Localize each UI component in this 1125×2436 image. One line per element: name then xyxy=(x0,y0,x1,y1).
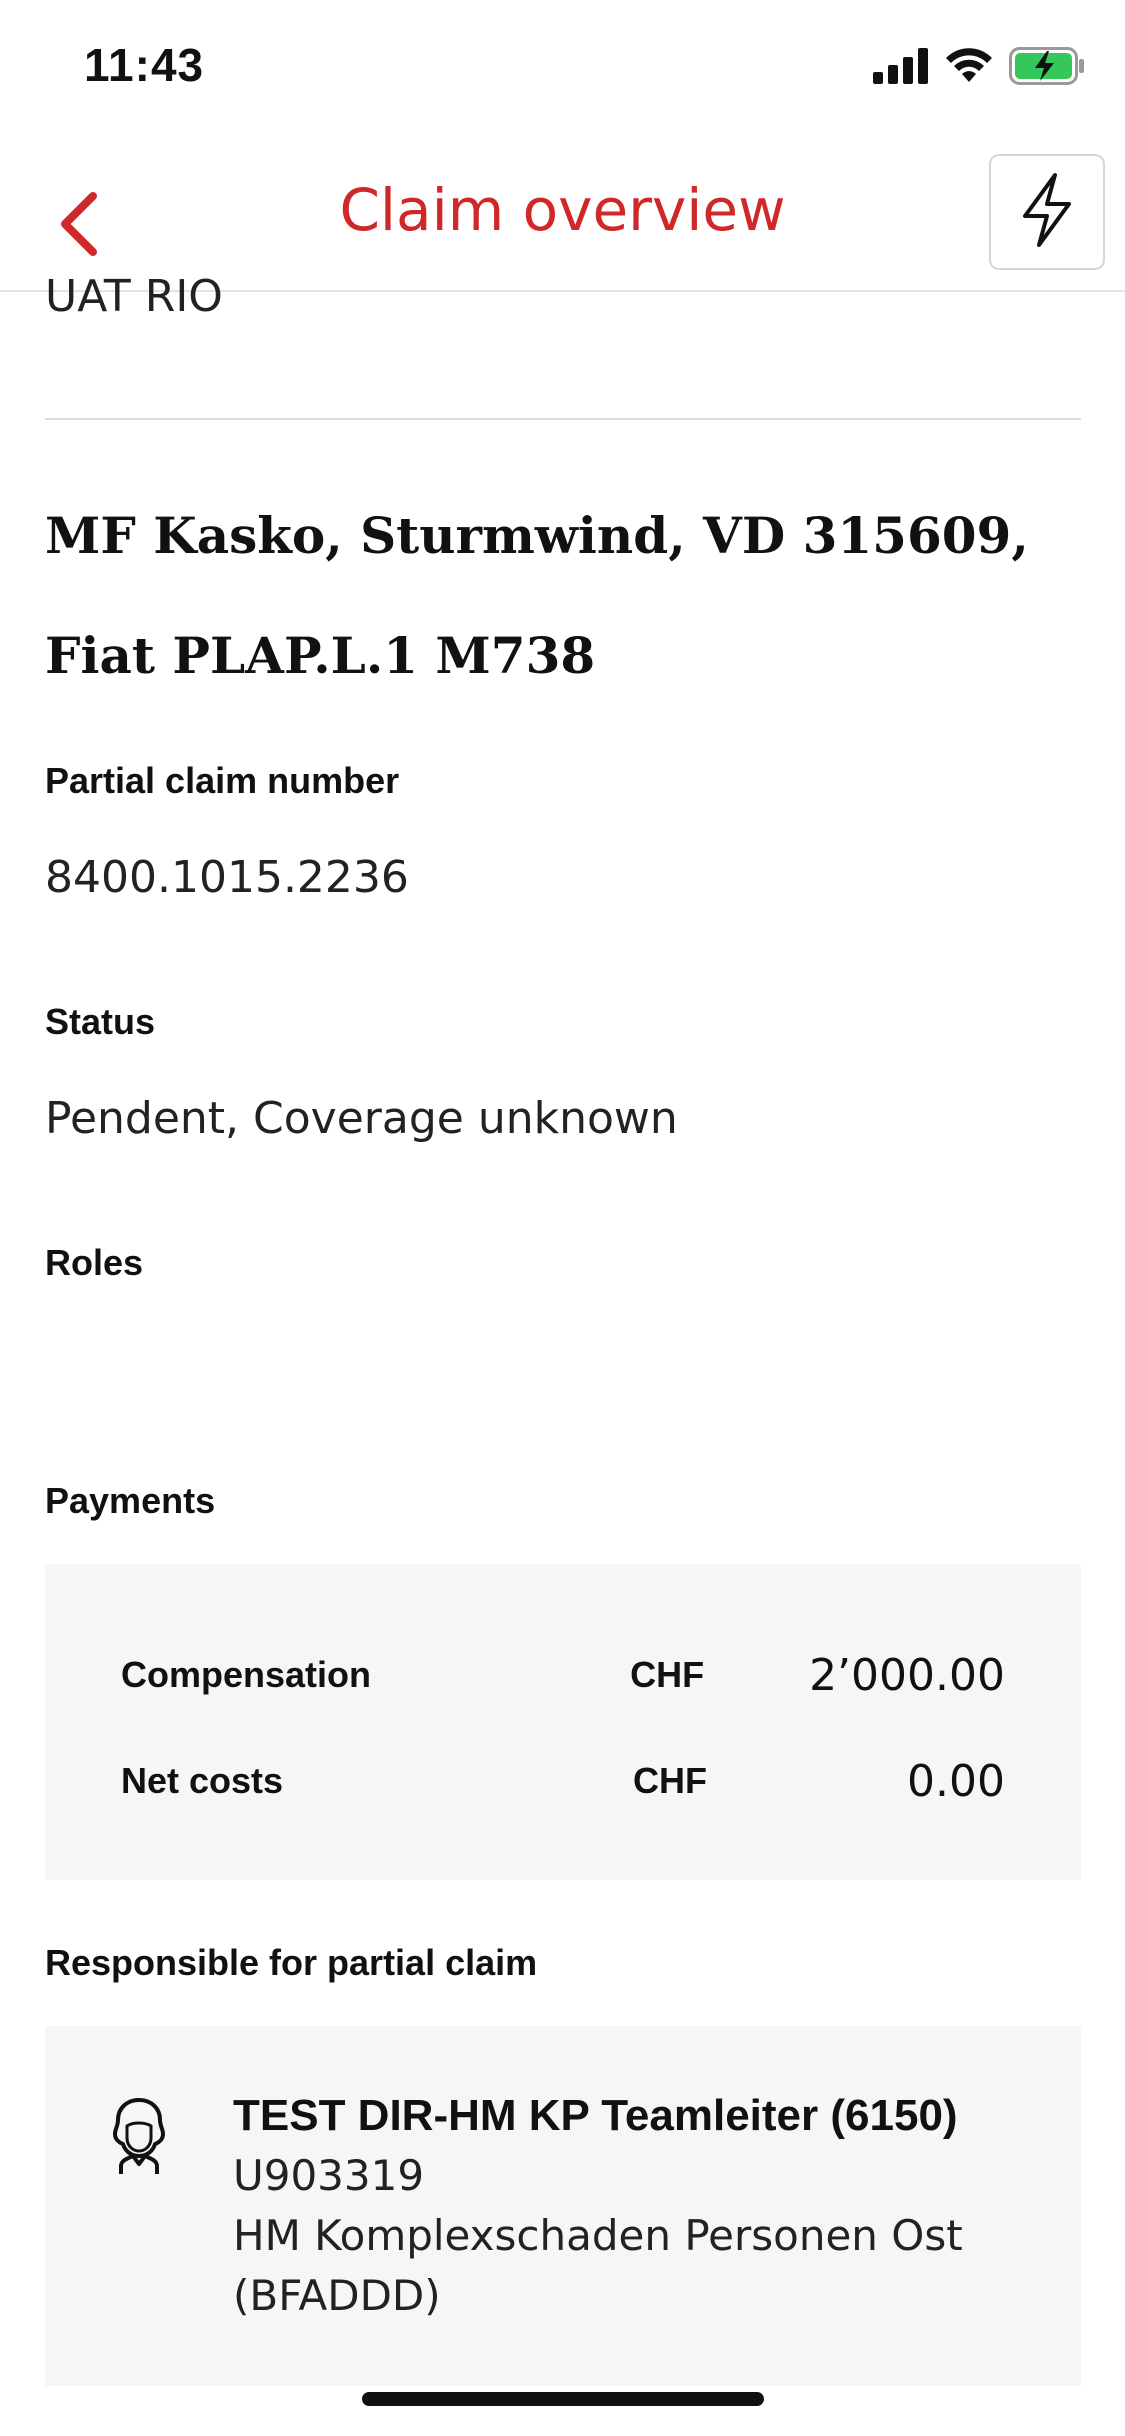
partial-claim-number-section: Partial claim number 8400.1015.2236 xyxy=(45,760,1081,903)
cellular-signal-icon xyxy=(873,47,929,89)
roles-section: Roles xyxy=(45,1242,1081,1284)
claim-title: MF Kasko, Sturmwind, VD 315609, Fiat PLA… xyxy=(45,506,1029,685)
payments-table: Compensation CHF 2’000.00 Net costs CHF … xyxy=(45,1564,1081,1880)
payments-label: Payments xyxy=(45,1480,216,1521)
partial-claim-number-value: 8400.1015.2236 xyxy=(45,852,409,903)
responsible-department: HM Komplexschaden Personen Ost xyxy=(233,2211,963,2260)
responsible-details: TEST DIR-HM KP Teamleiter (6150) U903319… xyxy=(233,2086,963,2326)
responsible-card[interactable]: TEST DIR-HM KP Teamleiter (6150) U903319… xyxy=(45,2026,1081,2386)
responsible-user-id: U903319 xyxy=(233,2151,425,2200)
status-section: Status Pendent, Coverage unknown xyxy=(45,1001,1081,1144)
person-avatar-icon xyxy=(107,2096,171,2176)
payment-row-compensation: Compensation CHF 2’000.00 xyxy=(121,1622,1005,1728)
status-time: 11:43 xyxy=(84,39,205,91)
status-bar: 11:43 xyxy=(0,0,1125,140)
section-divider xyxy=(45,418,1081,420)
claim-content[interactable]: UAT RIO MF Kasko, Sturmwind, VD 315609, … xyxy=(45,272,1081,2386)
navigation-bar: Claim overview xyxy=(0,140,1125,292)
payment-label: Net costs xyxy=(121,1760,284,1801)
status-icons xyxy=(873,46,1085,90)
status-label: Status xyxy=(45,1001,156,1042)
battery-charging-icon xyxy=(1009,46,1085,90)
responsible-label: Responsible for partial claim xyxy=(45,1942,538,1983)
payment-currency: CHF xyxy=(633,1760,707,1801)
payment-currency: CHF xyxy=(630,1654,705,1695)
page-title: Claim overview xyxy=(339,176,786,244)
payment-amount: 0.00 xyxy=(907,1755,1005,1807)
payment-label: Compensation xyxy=(121,1654,372,1695)
lightning-bolt-icon xyxy=(1017,172,1077,253)
payment-amount: 2’000.00 xyxy=(809,1649,1005,1701)
previous-section-text: UAT RIO xyxy=(45,272,223,322)
responsible-department-code: (BFADDD) xyxy=(233,2271,441,2320)
payments-section: Payments Compensation CHF 2’000.00 Net c… xyxy=(45,1480,1081,1880)
wifi-icon xyxy=(945,47,993,89)
roles-label: Roles xyxy=(45,1242,144,1283)
partial-claim-number-label: Partial claim number xyxy=(45,760,400,801)
status-value: Pendent, Coverage unknown xyxy=(45,1093,678,1144)
responsible-section: Responsible for partial claim TEST DIR-H… xyxy=(45,1942,1081,2386)
responsible-name: TEST DIR-HM KP Teamleiter (6150) xyxy=(233,2091,958,2140)
payment-row-net-costs: Net costs CHF 0.00 xyxy=(121,1728,1005,1834)
quick-action-button[interactable] xyxy=(989,154,1105,270)
home-indicator[interactable] xyxy=(362,2392,764,2406)
